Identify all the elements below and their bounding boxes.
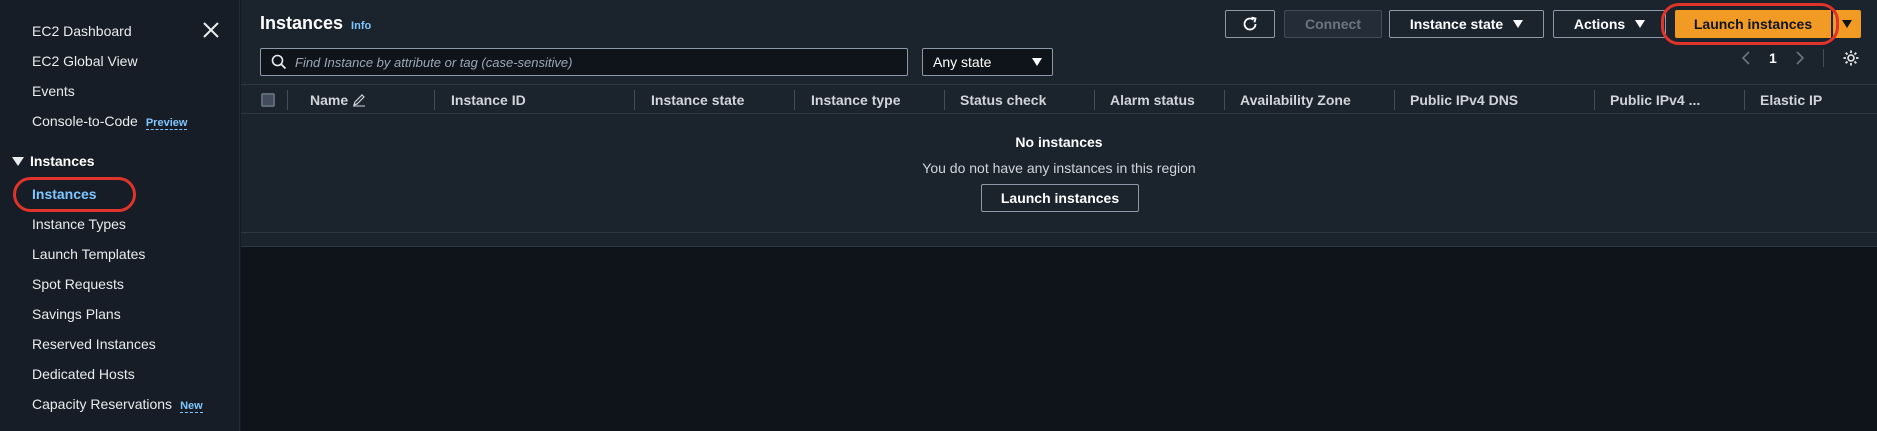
caret-down-icon [1513, 20, 1524, 28]
caret-down-icon [1842, 20, 1852, 28]
column-header-elastic-ip[interactable]: Elastic IP [1760, 85, 1822, 115]
column-header-label: Status check [960, 92, 1047, 108]
page-title: Instances Info [260, 13, 371, 34]
sidebar-item-label: Capacity Reservations [32, 396, 173, 412]
state-filter-select[interactable]: Any state [922, 48, 1053, 76]
launch-instances-button-label: Launch instances [1693, 16, 1813, 32]
column-divider [944, 90, 945, 110]
refresh-button[interactable] [1225, 10, 1275, 38]
sidebar-item-spot-requests[interactable]: Spot Requests [32, 275, 124, 293]
state-filter-value: Any state [933, 54, 992, 70]
caret-down-icon [1635, 20, 1646, 28]
column-header-availability-zone[interactable]: Availability Zone [1240, 85, 1351, 115]
sidebar-item-instance-types[interactable]: Instance Types [32, 215, 126, 233]
new-badge[interactable]: New [180, 400, 203, 413]
column-divider [794, 90, 795, 110]
column-header-public-ipv4[interactable]: Public IPv4 ... [1610, 85, 1700, 115]
info-link[interactable]: Info [351, 20, 371, 32]
empty-state-title: No instances [1015, 134, 1103, 150]
caret-down-icon [1032, 58, 1042, 66]
launch-instances-button[interactable]: Launch instances [1675, 10, 1831, 38]
sidebar-item-capacity-reservations[interactable]: Capacity Reservations New [32, 395, 203, 415]
sidebar-item-launch-templates[interactable]: Launch Templates [32, 245, 145, 263]
column-header-label: Public IPv4 DNS [1410, 92, 1519, 108]
divider [1822, 49, 1824, 67]
empty-state: No instances You do not have any instanc… [241, 114, 1877, 232]
column-header-label: Elastic IP [1760, 92, 1823, 108]
column-header-label: Public IPv4 ... [1610, 92, 1701, 108]
sidebar: EC2 Dashboard EC2 Global View Events Con… [0, 0, 240, 431]
sidebar-section-label: Instances [30, 153, 95, 169]
sidebar-item-instances[interactable]: Instances [32, 185, 97, 203]
sidebar-item-ec2-global-view[interactable]: EC2 Global View [32, 52, 138, 70]
page-title-text: Instances [260, 13, 344, 33]
caret-down-icon [12, 156, 24, 166]
search-field[interactable] [260, 48, 908, 76]
table-header: Name Instance ID Instance state Instance… [241, 84, 1877, 114]
launch-options-dropdown[interactable] [1833, 10, 1861, 38]
sidebar-item-savings-plans[interactable]: Savings Plans [32, 305, 121, 323]
column-header-label: Instance state [651, 92, 745, 108]
column-header-label: Alarm status [1110, 92, 1195, 108]
sidebar-item-reserved-instances[interactable]: Reserved Instances [32, 335, 156, 353]
column-divider [1224, 90, 1225, 110]
gear-icon[interactable] [1842, 49, 1860, 67]
page-number[interactable]: 1 [1769, 50, 1777, 66]
column-divider [1394, 90, 1395, 110]
column-header-instance-type[interactable]: Instance type [811, 85, 900, 115]
search-icon [271, 54, 287, 70]
sidebar-item-events[interactable]: Events [32, 82, 75, 100]
column-divider [1594, 90, 1595, 110]
chevron-left-icon[interactable] [1741, 50, 1751, 66]
column-divider [434, 90, 435, 110]
column-divider [634, 90, 635, 110]
edit-icon[interactable] [352, 93, 366, 107]
actions-button-label: Actions [1573, 16, 1626, 32]
column-header-instance-id[interactable]: Instance ID [451, 85, 526, 115]
connect-button-label: Connect [1305, 16, 1361, 32]
select-all-checkbox[interactable] [261, 93, 275, 107]
pagination: 1 [1741, 48, 1860, 68]
actions-button[interactable]: Actions [1553, 10, 1666, 38]
instance-state-button[interactable]: Instance state [1389, 10, 1544, 38]
column-header-label: Availability Zone [1240, 92, 1351, 108]
instance-state-button-label: Instance state [1409, 16, 1504, 32]
column-header-status-check[interactable]: Status check [960, 85, 1046, 115]
column-divider [1744, 90, 1745, 110]
column-divider [287, 90, 288, 110]
search-input[interactable] [295, 54, 895, 70]
column-header-label: Instance ID [451, 92, 526, 108]
column-divider [1094, 90, 1095, 110]
sidebar-item-ec2-dashboard[interactable]: EC2 Dashboard [32, 22, 132, 40]
column-header-instance-state[interactable]: Instance state [651, 85, 744, 115]
instances-panel: Instances Info Connect Instance state Ac… [241, 0, 1877, 247]
empty-launch-instances-button[interactable]: Launch instances [981, 184, 1139, 212]
sidebar-item-label: Console-to-Code [32, 113, 138, 129]
divider [241, 232, 1877, 233]
sidebar-item-dedicated-hosts[interactable]: Dedicated Hosts [32, 365, 135, 383]
refresh-icon [1243, 16, 1257, 31]
column-header-label: Name [310, 92, 349, 108]
column-header-name[interactable]: Name [310, 85, 366, 115]
connect-button[interactable]: Connect [1284, 10, 1382, 38]
preview-badge[interactable]: Preview [145, 117, 188, 130]
column-header-alarm-status[interactable]: Alarm status [1110, 85, 1195, 115]
chevron-right-icon[interactable] [1795, 50, 1805, 66]
empty-state-description: You do not have any instances in this re… [922, 160, 1196, 176]
column-header-label: Instance type [811, 92, 901, 108]
column-header-public-ipv4-dns[interactable]: Public IPv4 DNS [1410, 85, 1518, 115]
close-icon[interactable] [201, 20, 221, 40]
empty-launch-instances-label: Launch instances [1000, 190, 1120, 206]
sidebar-item-console-to-code[interactable]: Console-to-Code Preview [32, 112, 188, 132]
main-content: Instances Info Connect Instance state Ac… [241, 0, 1877, 431]
sidebar-section-instances[interactable]: Instances [12, 153, 95, 169]
